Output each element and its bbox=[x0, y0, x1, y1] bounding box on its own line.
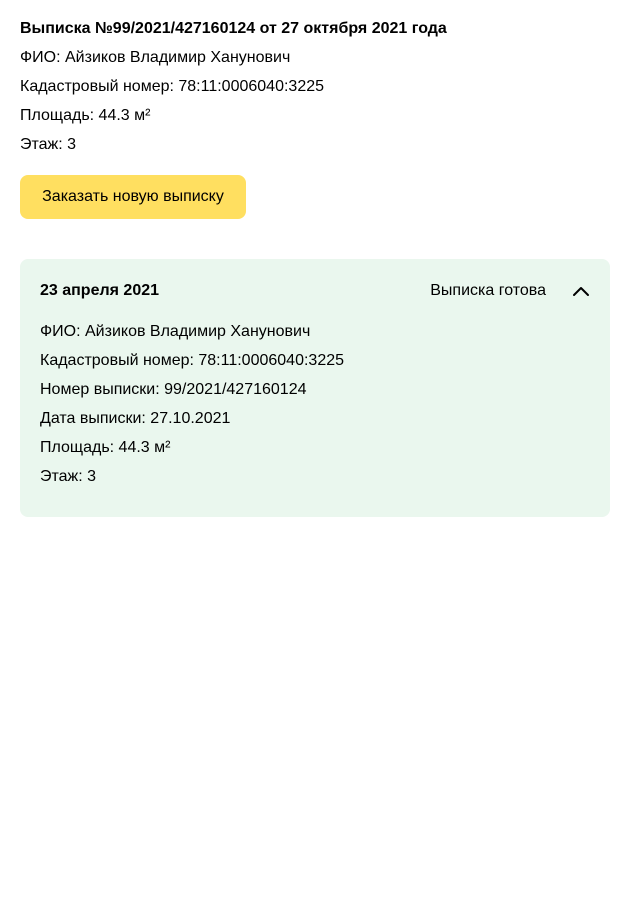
statement-title: Выписка №99/2021/427160124 от 27 октября… bbox=[20, 20, 447, 37]
record-property-area: Площадь: 44.3 м² bbox=[40, 439, 171, 456]
property-floor: Этаж: 3 bbox=[20, 136, 77, 153]
property-area: Площадь: 44.3 м² bbox=[20, 107, 151, 124]
record-statement-date: Дата выписки: 27.10.2021 bbox=[40, 410, 231, 427]
record-details: ФИО: Айзиков Владимир Ханунович Кадастро… bbox=[40, 320, 590, 494]
record-header-toggle[interactable]: 23 апреля 2021 Выписка готова bbox=[40, 279, 590, 303]
cadastral-number: Кадастровый номер: 78:11:0006040:3225 bbox=[20, 78, 325, 95]
owner-name: ФИО: Айзиков Владимир Ханунович bbox=[20, 49, 291, 66]
record-property-floor: Этаж: 3 bbox=[40, 468, 97, 485]
record-statement-number: Номер выписки: 99/2021/427160124 bbox=[40, 381, 307, 398]
statement-summary: Выписка №99/2021/427160124 от 27 октября… bbox=[20, 17, 610, 162]
statement-record-card: 23 апреля 2021 Выписка готова ФИО: Айзик… bbox=[20, 259, 610, 517]
order-new-statement-button[interactable]: Заказать новую выписку bbox=[20, 175, 246, 219]
chevron-up-icon[interactable] bbox=[572, 282, 590, 300]
record-status: Выписка готова bbox=[430, 282, 546, 299]
record-cadastral-number: Кадастровый номер: 78:11:0006040:3225 bbox=[40, 352, 345, 369]
record-owner-name: ФИО: Айзиков Владимир Ханунович bbox=[40, 323, 311, 340]
record-date: 23 апреля 2021 bbox=[40, 282, 160, 299]
